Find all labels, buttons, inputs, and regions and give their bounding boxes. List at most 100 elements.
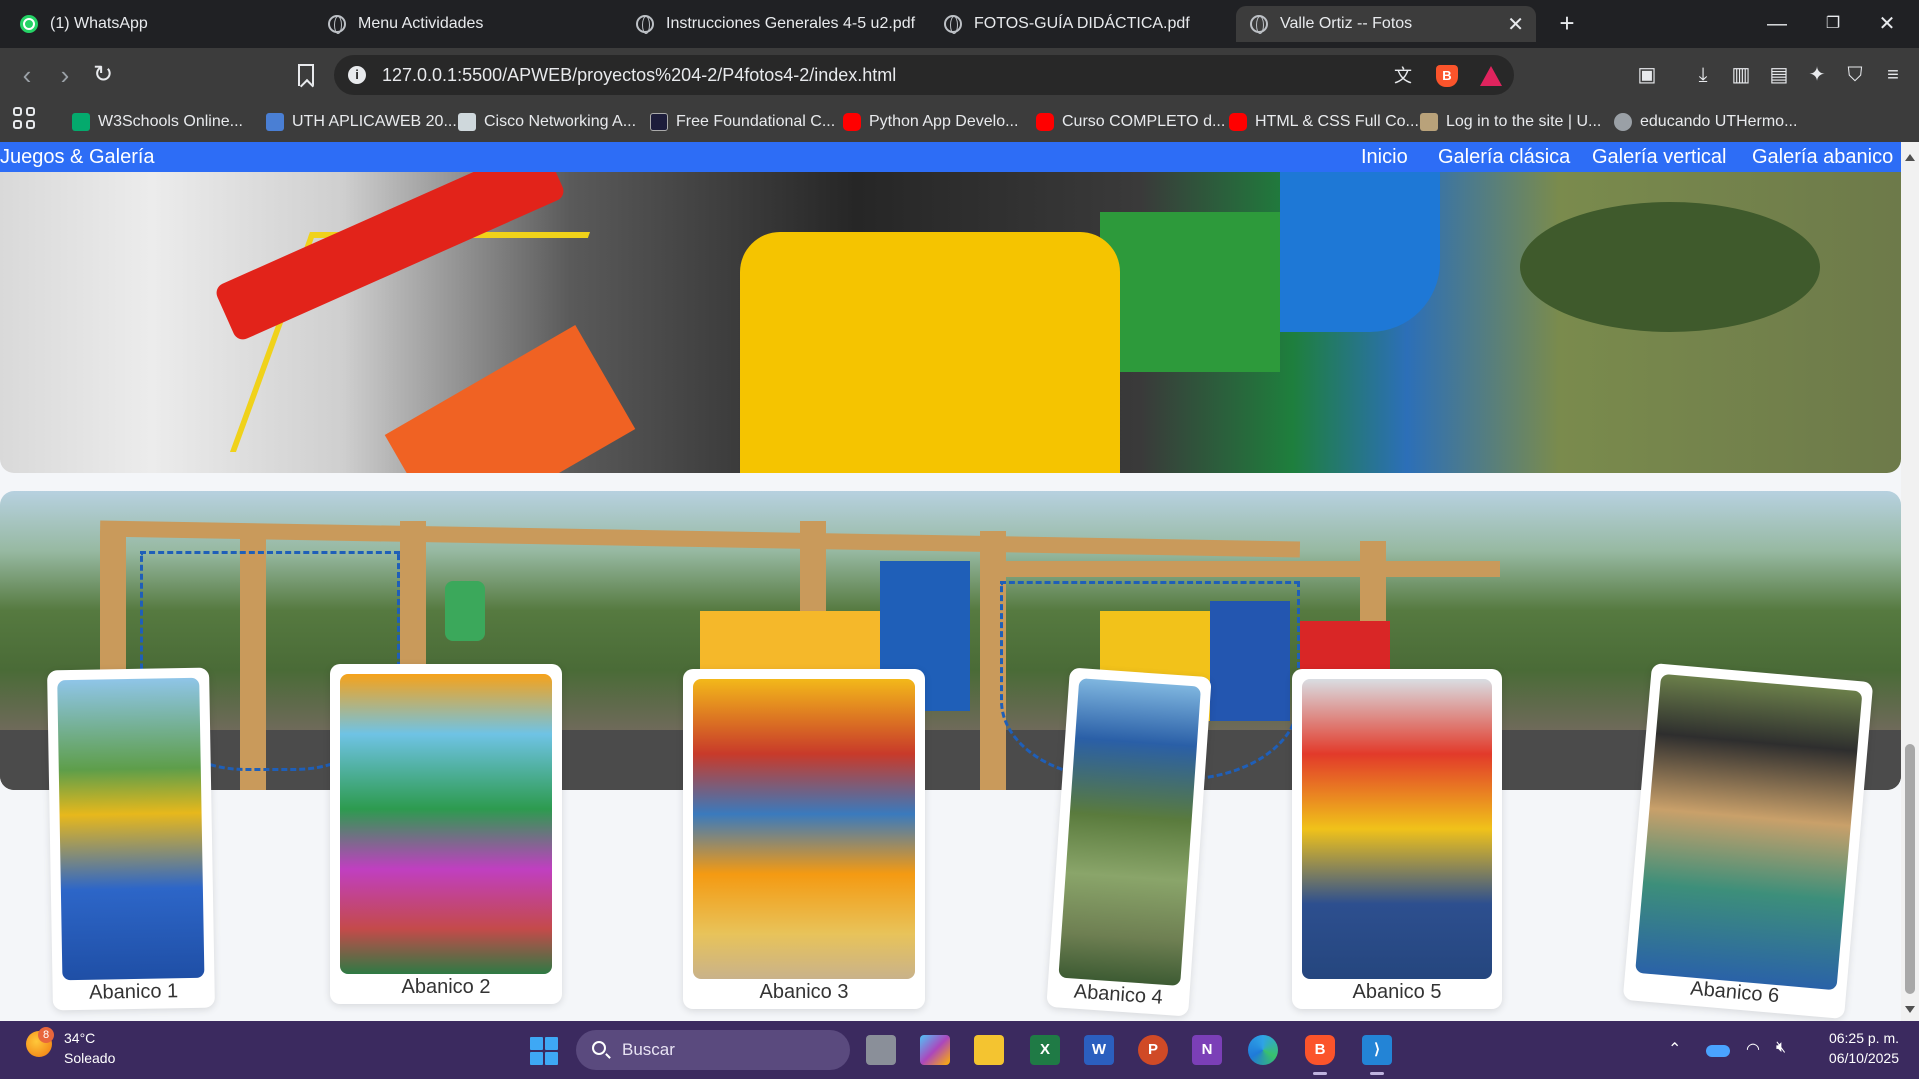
whatsapp-icon [20,15,38,33]
brave-icon[interactable]: B [1305,1035,1335,1075]
new-tab-button[interactable]: + [1552,8,1582,38]
bookmark-label: Cisco Networking A... [484,113,637,130]
copilot-icon[interactable] [920,1035,950,1065]
close-window-button[interactable]: ✕ [1860,0,1914,48]
translate-icon[interactable]: 文 [1392,65,1414,87]
weather-temperature[interactable]: 34°C [64,1030,95,1046]
clock-date[interactable]: 06/10/2025 [1815,1050,1899,1066]
page-scrollbar[interactable] [1901,142,1919,1021]
gallery-card-2[interactable]: Abanico 2 [330,664,562,1004]
weather-description[interactable]: Soleado [64,1050,115,1066]
bookmarks-bar: W3Schools Online... UTH APLICAWEB 20... … [0,102,1919,142]
browser-toolbar: ‹ › ↻ i 127.0.0.1:5500/APWEB/proyectos%2… [0,48,1919,102]
site-brand[interactable]: Juegos & Galería [0,146,155,169]
bookmark-free-foundational[interactable]: Free Foundational C... [650,110,835,134]
word-icon[interactable]: W [1084,1035,1114,1065]
windows-taskbar: 8 34°C Soleado Buscar X W P N B ⟩ ⌃ ◠ 🔇︎… [0,1021,1919,1079]
nav-galeria-vertical[interactable]: Galería vertical [1592,146,1727,169]
file-explorer-icon[interactable] [974,1035,1004,1065]
gallery-caption: Abanico 1 [89,980,179,1004]
wifi-icon[interactable]: ◠ [1746,1039,1760,1059]
vscode-icon[interactable]: ⟩ [1362,1035,1392,1075]
taskbar-search[interactable]: Buscar [576,1030,850,1070]
task-view-icon[interactable] [866,1035,896,1065]
gallery-photo [693,679,915,979]
globe-icon [328,15,346,34]
download-icon[interactable]: ⤓ [1690,62,1716,88]
chevron-up-icon[interactable]: ⌃ [1668,1039,1681,1059]
sidebar-icon[interactable]: ▥ [1728,62,1754,88]
tab-title: Instrucciones Generales 4-5 u2.pdf [666,15,916,32]
apps-grid-icon[interactable] [13,107,35,129]
bookmark-html-css[interactable]: HTML & CSS Full Co... [1229,110,1419,134]
bookmark-w3schools[interactable]: W3Schools Online... [72,110,243,134]
brave-shields-icon[interactable]: B [1436,65,1458,87]
scroll-up-arrow[interactable] [1905,154,1915,161]
leo-ai-icon[interactable]: ✦ [1804,62,1830,88]
gallery-card-3[interactable]: Abanico 3 [683,669,925,1009]
restore-button[interactable]: ❐ [1806,0,1860,48]
youtube-icon [1036,113,1054,131]
gallery-card-1[interactable]: Abanico 1 [47,667,215,1011]
close-tab-icon[interactable]: ✕ [1507,12,1524,37]
bookmark-python-app[interactable]: Python App Develo... [843,110,1018,134]
bookmark-label: Free Foundational C... [676,113,836,130]
back-button[interactable]: ‹ [12,60,42,90]
volume-muted-icon[interactable]: 🔇︎ [1776,1039,1786,1057]
browser-tab-strip: (1) WhatsApp Menu Actividades Instruccio… [0,0,1919,48]
menu-icon[interactable]: ≡ [1880,62,1906,88]
start-button[interactable] [530,1037,558,1065]
reload-button[interactable]: ↻ [88,60,118,90]
gallery-photo [1302,679,1492,979]
bookmark-cisco[interactable]: Cisco Networking A... [458,110,636,134]
weather-badge: 8 [38,1027,54,1043]
nav-inicio[interactable]: Inicio [1361,146,1408,169]
wallet-icon[interactable]: ▤ [1766,62,1792,88]
gallery-card-6[interactable]: Abanico 6 [1622,662,1874,1020]
gallery-card-4[interactable]: Abanico 4 [1046,667,1212,1017]
bookmark-curso-completo[interactable]: Curso COMPLETO d... [1036,110,1225,134]
site-navbar: Juegos & Galería Inicio Galería clásica … [0,142,1901,172]
globe-icon [1250,15,1268,34]
nav-galeria-abanico[interactable]: Galería abanico [1752,146,1893,169]
bookmark-label: educando UTHermo... [1640,113,1798,130]
excel-icon[interactable]: X [1030,1035,1060,1065]
gallery-card-5[interactable]: Abanico 5 [1292,669,1502,1009]
tab-title: (1) WhatsApp [50,15,148,32]
tab-menu-actividades[interactable]: Menu Actividades [314,6,614,42]
tab-valle-ortiz[interactable]: Valle Ortiz -- Fotos ✕ [1236,6,1536,42]
onedrive-icon[interactable] [1706,1045,1730,1057]
bookmark-label: W3Schools Online... [98,113,243,130]
tab-whatsapp[interactable]: (1) WhatsApp [6,6,306,42]
tab-instrucciones[interactable]: Instrucciones Generales 4-5 u2.pdf [622,6,922,42]
freecodecamp-icon [650,113,668,131]
tab-fotos-guia[interactable]: FOTOS-GUÍA DIDÁCTICA.pdf [930,6,1230,42]
bookmark-educando[interactable]: educando UTHermo... [1614,110,1797,134]
scroll-down-arrow[interactable] [1905,1006,1915,1013]
vpn-shield-icon[interactable]: ⛉ [1842,62,1868,88]
minimize-button[interactable]: — [1750,0,1804,48]
brave-rewards-icon[interactable] [1480,66,1502,86]
page-viewport: Juegos & Galería Inicio Galería clásica … [0,142,1919,1021]
edge-icon[interactable] [1248,1035,1278,1065]
bookmark-login[interactable]: Log in to the site | U... [1420,110,1601,134]
bookmark-label: HTML & CSS Full Co... [1255,113,1419,130]
globe-icon [944,15,962,34]
bookmark-icon[interactable] [298,64,314,86]
forward-button[interactable]: › [50,60,80,90]
scrollbar-thumb[interactable] [1905,744,1915,994]
reader-mode-icon[interactable]: ▣ [1634,62,1660,88]
hero-photo-slides [0,172,1901,473]
search-icon [592,1041,606,1055]
powerpoint-icon[interactable]: P [1138,1035,1168,1065]
hero-photo-climbing-frame [0,491,1901,790]
address-bar[interactable]: i 127.0.0.1:5500/APWEB/proyectos%204-2/P… [334,55,1514,95]
youtube-icon [1229,113,1247,131]
url-text[interactable]: 127.0.0.1:5500/APWEB/proyectos%204-2/P4f… [382,65,896,86]
site-info-icon[interactable]: i [348,66,366,84]
nav-galeria-clasica[interactable]: Galería clásica [1438,146,1570,169]
clock-time[interactable]: 06:25 p. m. [1823,1030,1899,1046]
youtube-icon [843,113,861,131]
bookmark-uth-aplicaweb[interactable]: UTH APLICAWEB 20... [266,110,457,134]
onenote-icon[interactable]: N [1192,1035,1222,1065]
